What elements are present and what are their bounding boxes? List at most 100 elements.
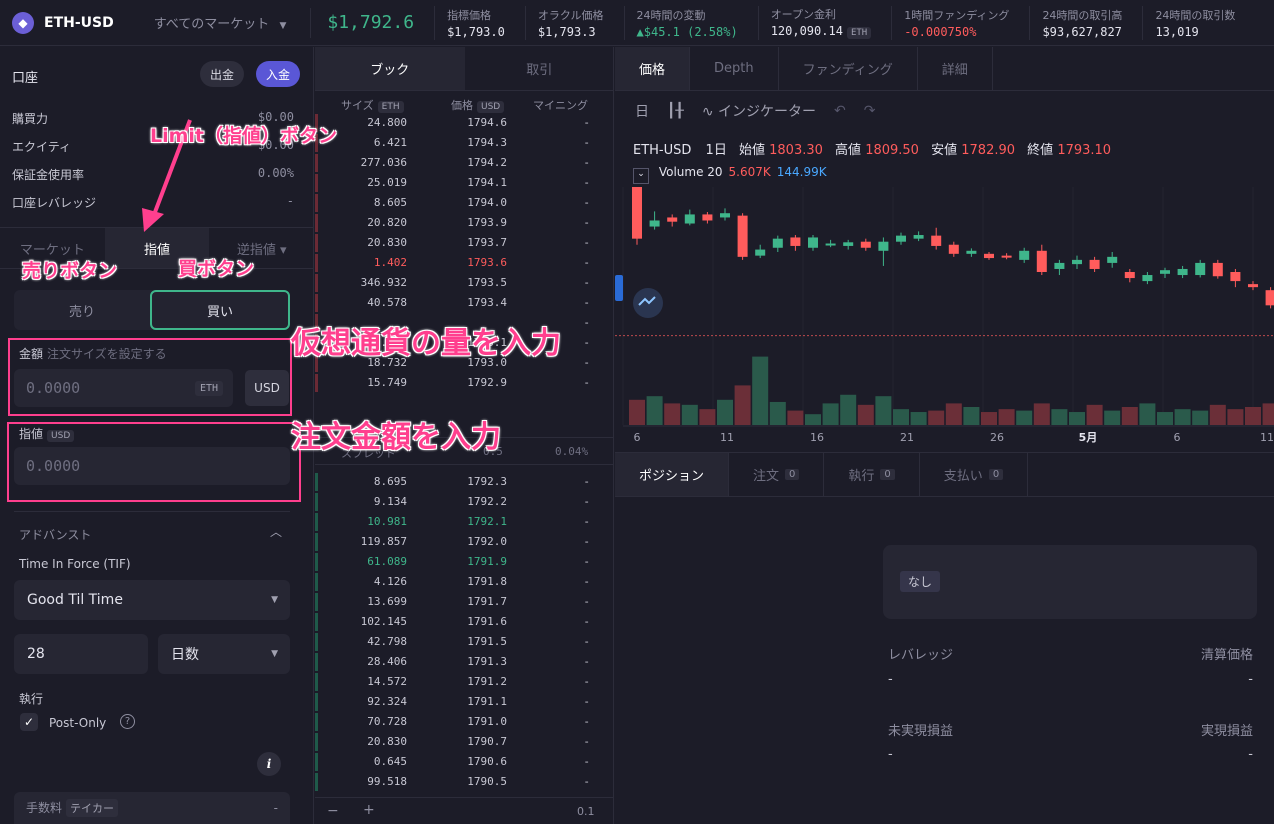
- col-size: サイズ ETH: [341, 97, 404, 113]
- zoom-in-button[interactable]: +: [363, 802, 375, 818]
- orderbook-row[interactable]: 14.572 1791.2 -: [315, 672, 614, 692]
- volume-bar: [1262, 403, 1274, 425]
- orderbook-row[interactable]: 10.981 1792.1 -: [315, 512, 614, 532]
- x-tick-label: 6: [1174, 431, 1181, 444]
- buy-button[interactable]: 買い: [150, 290, 290, 330]
- orderbook-row[interactable]: 61.089 1791.9 -: [315, 552, 614, 572]
- orderbook-row[interactable]: 15.749 1792.9 -: [315, 373, 614, 393]
- post-only-checkbox[interactable]: ✓: [20, 713, 38, 731]
- row-mining: -: [583, 296, 590, 309]
- zoom-out-button[interactable]: −: [327, 803, 339, 819]
- stat-item: 指標価格 $1,793.0: [434, 5, 505, 40]
- depth-bar: [315, 374, 318, 392]
- tab-label: 注文: [753, 469, 780, 484]
- orderbook-row[interactable]: 102.145 1791.6 -: [315, 612, 614, 632]
- orderbook-row[interactable]: 99.518 1790.5 -: [315, 772, 614, 792]
- tab-position-1[interactable]: 注文 0: [729, 453, 825, 496]
- row-price: 1790.5: [467, 775, 507, 788]
- orderbook-row[interactable]: 8.695 1792.3 -: [315, 472, 614, 492]
- tab-price[interactable]: 価格: [615, 47, 691, 90]
- redo-icon[interactable]: ↷: [864, 103, 876, 119]
- row-size: 4.126: [373, 575, 407, 588]
- tab-depth[interactable]: Depth: [690, 47, 779, 90]
- panel-collapse-handle: [615, 275, 623, 301]
- row-mining: -: [583, 535, 590, 548]
- grouping-value[interactable]: 0.1: [577, 805, 595, 818]
- price-chart[interactable]: 6 11 16 21 26 5月 6 11: [615, 187, 1274, 452]
- row-size: 20.820: [367, 216, 407, 229]
- volume-bar: [963, 407, 980, 425]
- orderbook-row[interactable]: 20.830 1790.7 -: [315, 732, 614, 752]
- low-label: 安値: [931, 143, 958, 158]
- tab-details[interactable]: 詳細: [918, 47, 993, 90]
- candle-body: [1124, 272, 1135, 279]
- chevron-up-icon[interactable]: ︿: [270, 523, 282, 540]
- row-mining: -: [583, 176, 590, 189]
- undo-icon[interactable]: ↶: [834, 103, 846, 119]
- volume-label: Volume 20: [658, 165, 723, 179]
- indicators-button[interactable]: ∿ インジケーター: [702, 101, 816, 121]
- x-tick-label: 21: [900, 431, 914, 444]
- collapse-icon[interactable]: ⌄: [633, 168, 649, 184]
- interval-button[interactable]: 日: [635, 101, 649, 121]
- orderbook-row[interactable]: 13.699 1791.7 -: [315, 592, 614, 612]
- row-size: 14.572: [367, 675, 407, 688]
- duration-input[interactable]: 28: [14, 634, 148, 674]
- orderbook-row[interactable]: 20.830 1793.7 -: [315, 233, 614, 253]
- sell-button[interactable]: 売り: [14, 290, 150, 330]
- col-mining: マイニング: [533, 99, 588, 112]
- orderbook-row[interactable]: 24.800 1794.6 -: [315, 113, 614, 133]
- depth-bar: [315, 194, 318, 212]
- orderbook-row[interactable]: 28.406 1791.3 -: [315, 652, 614, 672]
- depth-bar: [315, 234, 318, 252]
- row-size: 10.981: [367, 515, 407, 528]
- tab-funding[interactable]: ファンディング: [779, 47, 918, 90]
- info-icon[interactable]: i: [257, 752, 281, 776]
- help-icon[interactable]: ?: [120, 714, 135, 729]
- orderbook-row[interactable]: 6.421 1794.3 -: [315, 133, 614, 153]
- row-price: 1794.3: [467, 136, 507, 149]
- tab-position-2[interactable]: 執行 0: [824, 453, 920, 496]
- open-value: 1803.30: [769, 143, 823, 158]
- orderbook-row[interactable]: 70.728 1791.0 -: [315, 712, 614, 732]
- row-price: 1791.2: [467, 675, 507, 688]
- stat-value: 120,090.14 ETH: [771, 24, 872, 39]
- candle-body: [1248, 284, 1258, 288]
- orderbook-row[interactable]: 25.019 1794.1 -: [315, 173, 614, 193]
- row-size: 9.134: [373, 495, 407, 508]
- tab-trades[interactable]: 取引: [465, 47, 615, 90]
- advanced-toggle[interactable]: アドバンスト: [19, 526, 91, 543]
- candle-body: [860, 241, 871, 248]
- tif-select[interactable]: Good Til Time ▼: [14, 580, 290, 620]
- row-mining: -: [583, 336, 590, 349]
- orderbook-row[interactable]: 277.036 1794.2 -: [315, 153, 614, 173]
- row-price: 1792.2: [467, 495, 507, 508]
- candle-type-icon[interactable]: ┃╂: [667, 103, 684, 119]
- orderbook-row[interactable]: 0.645 1790.6 -: [315, 752, 614, 772]
- row-mining: -: [583, 735, 590, 748]
- row-price: 1793.9: [467, 216, 507, 229]
- orderbook-row[interactable]: 119.857 1792.0 -: [315, 532, 614, 552]
- row-size: 119.857: [360, 535, 407, 548]
- orderbook-row[interactable]: 40.578 1793.4 -: [315, 293, 614, 313]
- tab-book[interactable]: ブック: [315, 47, 465, 90]
- tab-position-0[interactable]: ポジション: [615, 453, 730, 496]
- stat-item: 24時間の変動 ▲$45.1 (2.58%): [623, 5, 738, 40]
- stat-value-text: 120,090.14: [770, 24, 843, 38]
- orderbook-row[interactable]: 20.820 1793.9 -: [315, 213, 614, 233]
- orderbook-row[interactable]: 4.126 1791.8 -: [315, 572, 614, 592]
- orderbook-row[interactable]: 1.402 1793.6 -: [315, 253, 614, 273]
- row-price: 1792.3: [467, 475, 507, 488]
- tab-position-3[interactable]: 支払い 0: [920, 453, 1029, 496]
- orderbook-row[interactable]: 346.932 1793.5 -: [315, 273, 614, 293]
- row-size: 8.605: [373, 196, 407, 209]
- orderbook-row[interactable]: 92.324 1791.1 -: [315, 692, 614, 712]
- duration-unit-select[interactable]: 日数 ▼: [158, 634, 290, 674]
- row-price: 1791.3: [467, 655, 507, 668]
- row-mining: -: [583, 595, 590, 608]
- stat-item: オラクル価格 $1,793.3: [524, 5, 604, 40]
- orderbook-row[interactable]: 8.605 1794.0 -: [315, 193, 614, 213]
- candle-body: [825, 243, 836, 246]
- orderbook-row[interactable]: 42.798 1791.5 -: [315, 632, 614, 652]
- orderbook-row[interactable]: 9.134 1792.2 -: [315, 492, 614, 512]
